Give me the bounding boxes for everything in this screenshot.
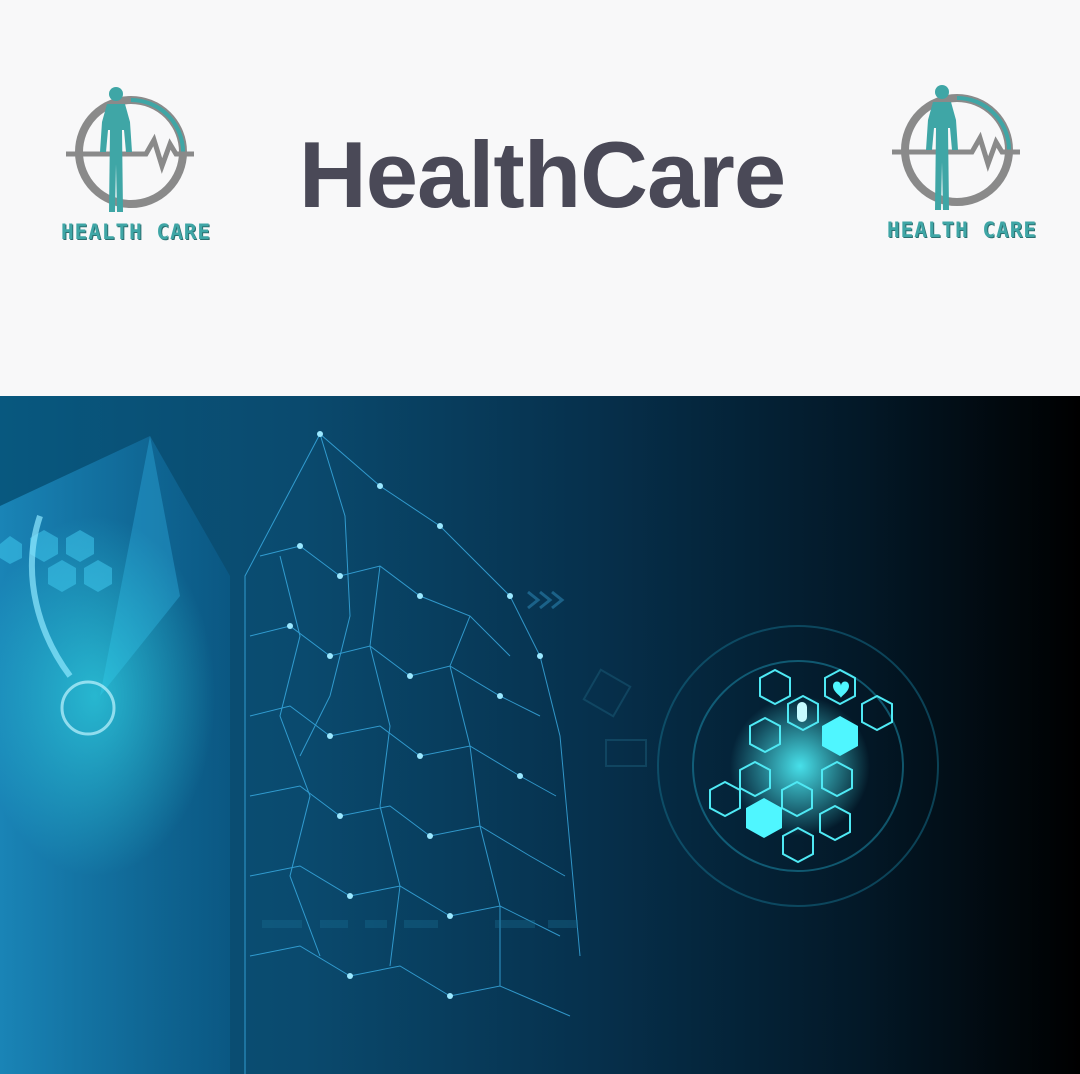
network-nodes	[287, 431, 543, 999]
medical-hex-ring	[657, 625, 939, 907]
human-figure-heartbeat-icon	[66, 87, 194, 212]
page-title: HealthCare	[298, 122, 786, 227]
network-mesh	[244, 433, 581, 1074]
hero-image	[0, 396, 1080, 1074]
logo-left: HEALTH CARE	[36, 82, 236, 252]
header-banner: HEALTH CARE HealthCare HEALTH CARE	[0, 0, 1080, 396]
page: HEALTH CARE HealthCare HEALTH CARE	[0, 0, 1080, 1074]
pill-icon	[759, 668, 791, 706]
logo-right: HEALTH CARE	[862, 80, 1062, 250]
human-figure-heartbeat-icon	[892, 85, 1020, 210]
logo-right-text: HEALTH CARE	[886, 218, 1038, 242]
doctor-coat-network-illustration	[0, 431, 939, 1074]
logo-left-text: HEALTH CARE	[60, 220, 212, 244]
